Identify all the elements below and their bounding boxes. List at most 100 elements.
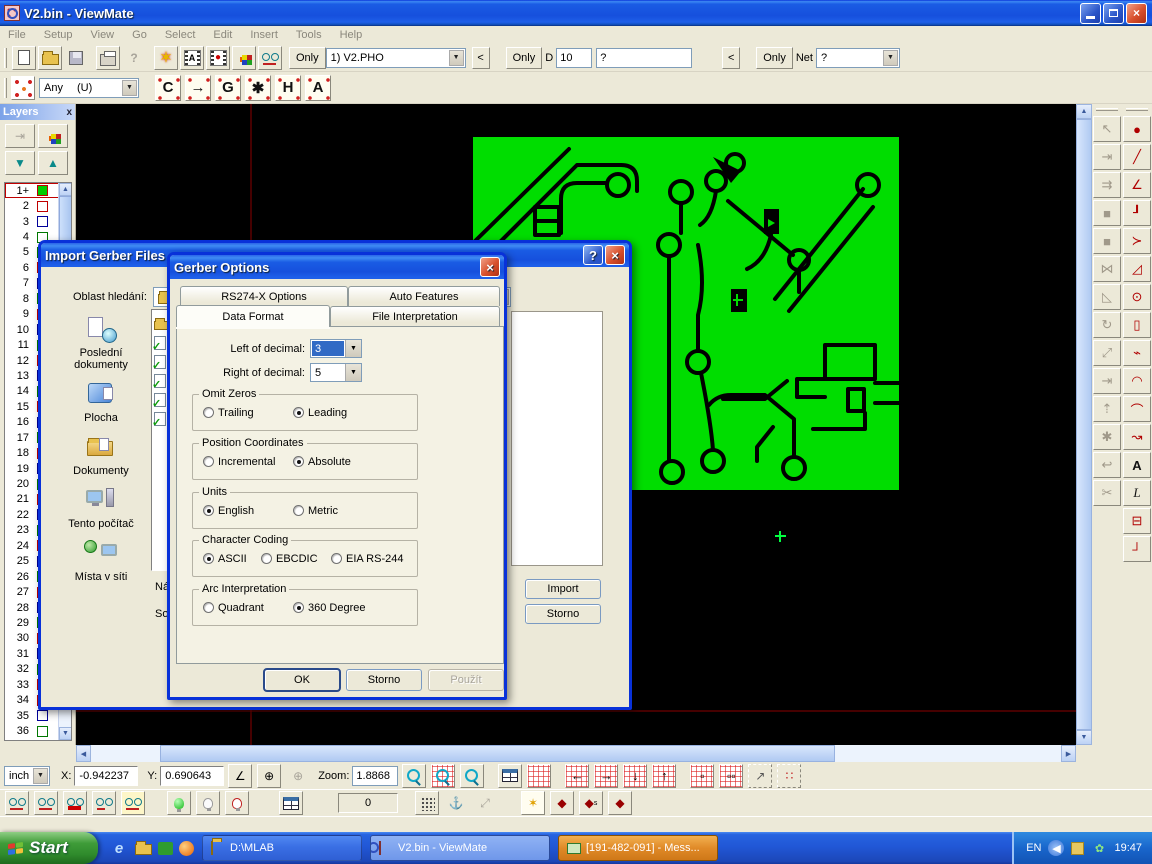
only-dcode-button[interactable]: Only — [506, 47, 543, 69]
radio-360-degree[interactable]: 360 Degree — [293, 602, 366, 614]
place-recent-documents[interactable]: Poslední dokumenty — [61, 315, 141, 371]
flash-highlight-icon[interactable]: ✶ — [521, 791, 545, 815]
pan-down-icon[interactable]: ↓ — [623, 764, 647, 788]
ok-button[interactable]: OK — [264, 669, 340, 691]
window-tile-icon[interactable] — [279, 791, 303, 815]
scroll-thumb[interactable] — [160, 745, 835, 762]
radio-absolute[interactable]: Absolute — [293, 456, 351, 468]
layers-close-icon[interactable]: x — [66, 107, 72, 118]
chevron-down-icon[interactable]: ▼ — [449, 50, 464, 66]
layers-panel-header[interactable]: Layers x — [0, 104, 75, 120]
new-file-button[interactable] — [12, 46, 36, 70]
measure-diagonal-icon[interactable]: ↗ — [748, 764, 772, 788]
layer-send-button[interactable]: ⇥ — [5, 124, 35, 148]
dcode-filter-input[interactable] — [596, 48, 692, 68]
filled-square-2-icon[interactable]: ■ — [1093, 228, 1121, 254]
draw-polyline-icon[interactable]: ∠ — [1123, 172, 1151, 198]
view-drill-icon[interactable] — [92, 791, 116, 815]
right-of-decimal-combobox[interactable]: 5 ▼ — [310, 363, 362, 382]
print-button[interactable] — [96, 46, 120, 70]
dialog-close-button[interactable]: × — [605, 245, 625, 265]
pan-up-icon[interactable]: ↑ — [652, 764, 676, 788]
dcode-g-icon[interactable]: G — [215, 75, 241, 101]
grid-full-icon[interactable] — [527, 764, 551, 788]
scroll-up-icon[interactable]: ▲ — [59, 183, 72, 196]
filled-square-icon[interactable]: ■ — [1093, 200, 1121, 226]
cancel-button[interactable]: Storno — [346, 669, 422, 691]
view-traces-icon[interactable] — [34, 791, 58, 815]
layer-color-swatch[interactable] — [37, 201, 48, 212]
minimize-button[interactable] — [1080, 3, 1101, 24]
radio-quadrant[interactable]: Quadrant — [203, 602, 264, 614]
draw-arc-line-icon[interactable]: ⌁ — [1123, 340, 1151, 366]
open-file-button[interactable] — [38, 46, 62, 70]
move-to-icon[interactable]: ⇥ — [1093, 144, 1121, 170]
chevron-down-icon[interactable]: ▼ — [345, 364, 361, 381]
tab-data-format[interactable]: Data Format — [176, 305, 330, 327]
draw-text-icon[interactable]: A — [1123, 452, 1151, 478]
notes-icon[interactable] — [1071, 842, 1084, 855]
draw-corner-icon[interactable]: ┚ — [1123, 200, 1151, 226]
tab-rs274x-options[interactable]: RS274-X Options — [180, 286, 348, 306]
tab-file-interpretation[interactable]: File Interpretation — [330, 306, 500, 326]
select-region-icon[interactable]: ∷ — [777, 764, 801, 788]
folder-icon[interactable] — [134, 839, 152, 857]
menu-help[interactable]: Help — [340, 29, 363, 41]
radio-leading[interactable]: Leading — [293, 407, 347, 419]
place-network-places[interactable]: Místa v síti — [61, 539, 141, 583]
draw-circle-icon[interactable]: ⊙ — [1123, 284, 1151, 310]
flash-view-button[interactable]: ✶ — [154, 46, 178, 70]
grid-boxes-icon[interactable]: ▫▫ — [719, 764, 743, 788]
layer-color-swatch[interactable] — [37, 726, 48, 737]
only-net-button[interactable]: Only — [756, 47, 793, 69]
dcode-text-icon[interactable]: A — [305, 75, 331, 101]
taskbar-task-viewmate[interactable]: V2.bin - ViewMate — [370, 835, 550, 861]
scroll-right-icon[interactable]: ▶ — [1061, 745, 1076, 762]
chevron-down-icon[interactable]: ▼ — [122, 80, 137, 96]
layer-colors-button[interactable] — [232, 46, 256, 70]
dialog-close-button[interactable]: × — [480, 257, 500, 277]
stretch-icon[interactable]: ⤢ — [473, 791, 497, 815]
pad-dark-2-icon[interactable]: ◆s — [579, 791, 603, 815]
view-edit-icon[interactable] — [121, 791, 145, 815]
unit-combobox[interactable]: inch ▼ — [4, 766, 50, 786]
copy-to-icon[interactable]: ⇉ — [1093, 172, 1121, 198]
dcode-c-icon[interactable]: C — [155, 75, 181, 101]
import-button[interactable]: Import — [525, 579, 601, 599]
measure-button[interactable]: A — [180, 46, 204, 70]
radio-eia-rs244[interactable]: EIA RS-244 — [331, 553, 403, 565]
draw-arc-2-icon[interactable]: ⌒ — [1123, 396, 1151, 422]
shear-icon[interactable]: ◺ — [1093, 284, 1121, 310]
scroll-thumb[interactable] — [1076, 119, 1092, 730]
zoom-in-icon[interactable] — [402, 764, 426, 788]
settings-icon[interactable]: ✱ — [1093, 424, 1121, 450]
horizontal-scrollbar[interactable]: ◀ ▶ — [76, 745, 1076, 762]
layer-up-button[interactable]: ▲ — [38, 151, 68, 175]
draw-l-shape-icon[interactable]: L — [1123, 480, 1151, 506]
zoom-select-icon[interactable] — [460, 764, 484, 788]
radio-trailing[interactable]: Trailing — [203, 407, 254, 419]
dot-grid-icon[interactable] — [415, 791, 439, 815]
layer-color-swatch[interactable] — [37, 710, 48, 721]
draw-dimension-icon[interactable]: ⊟ — [1123, 508, 1151, 534]
previous-layer-button[interactable]: < — [472, 47, 490, 69]
draw-line-icon[interactable]: ╱ — [1123, 144, 1151, 170]
origin-icon[interactable]: ⊕ — [257, 764, 281, 788]
menu-go[interactable]: Go — [132, 29, 147, 41]
vertical-scrollbar[interactable]: ▲ ▼ — [1076, 104, 1092, 745]
layer-colors-button[interactable] — [38, 124, 68, 148]
pointer-icon[interactable]: ↖ — [1093, 116, 1121, 142]
angle-icon[interactable]: ∠ — [228, 764, 252, 788]
scroll-down-icon[interactable]: ▼ — [1076, 730, 1092, 745]
net-combobox[interactable]: ? ▼ — [816, 48, 900, 68]
toolbar-grip[interactable] — [4, 78, 7, 98]
menu-file[interactable]: File — [8, 29, 26, 41]
menu-insert[interactable]: Insert — [250, 29, 278, 41]
collapse-icon[interactable]: ◀ — [1048, 840, 1064, 856]
grid-box-icon[interactable]: ▫ — [690, 764, 714, 788]
dcode-arrow-icon[interactable]: → — [185, 75, 211, 101]
menu-edit[interactable]: Edit — [213, 29, 232, 41]
chevron-down-icon[interactable]: ▼ — [345, 340, 361, 357]
anchor-icon[interactable]: ⚓ — [444, 791, 468, 815]
layer-color-swatch[interactable] — [37, 216, 48, 227]
